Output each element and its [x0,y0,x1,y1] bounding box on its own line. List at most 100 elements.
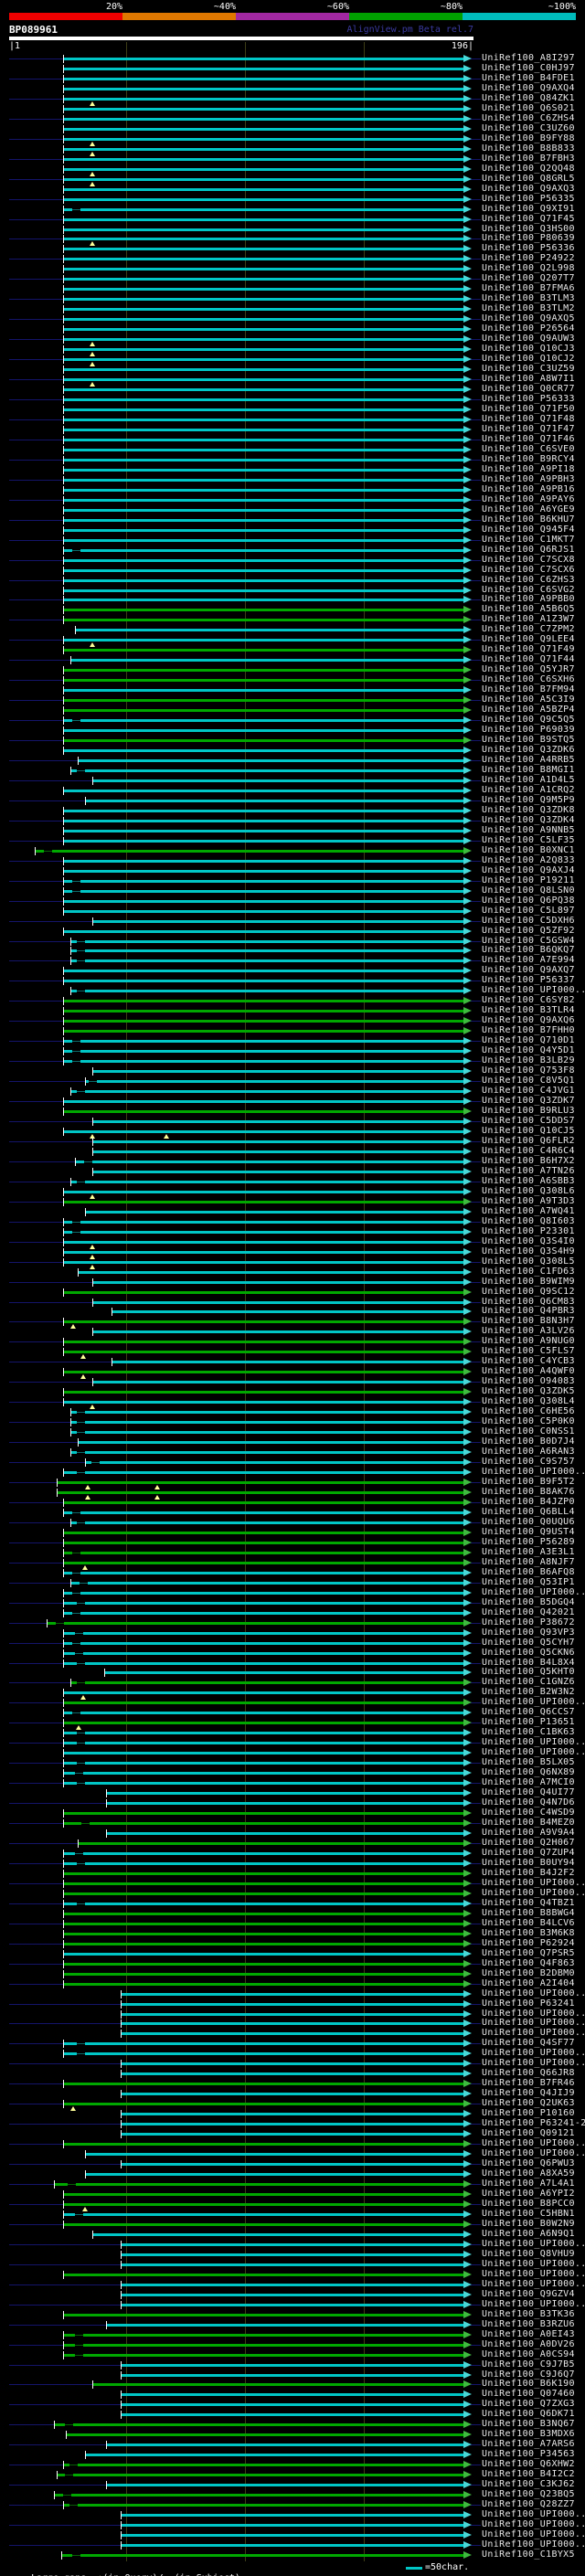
alignment-bar[interactable] [63,1351,463,1354]
alignment-bar[interactable] [63,197,463,201]
alignment-bar[interactable] [70,959,463,963]
alignment-bar[interactable] [63,1010,463,1013]
alignment-bar[interactable] [106,2443,463,2447]
alignment-bar[interactable] [63,879,463,883]
alignment-bar[interactable] [63,248,463,251]
alignment-bar[interactable] [63,599,463,602]
alignment-bar[interactable] [63,348,463,352]
alignment-bar[interactable] [63,649,463,652]
alignment-bar[interactable] [63,488,463,492]
alignment-bar[interactable] [63,2202,463,2206]
alignment-bar[interactable] [63,147,463,151]
alignment-bar[interactable] [63,2333,463,2337]
alignment-bar[interactable] [121,2002,463,2006]
alignment-bar[interactable] [63,739,463,743]
alignment-bar[interactable] [70,1180,463,1183]
alignment-bar[interactable] [63,2143,463,2147]
alignment-bar[interactable] [63,1922,463,1925]
alignment-bar[interactable] [85,2454,463,2457]
alignment-bar[interactable] [106,2323,463,2327]
alignment-bar[interactable] [63,2212,463,2216]
alignment-bar[interactable] [63,1220,463,1224]
alignment-bar[interactable] [63,1200,463,1203]
alignment-bar[interactable] [63,729,463,733]
alignment-bar[interactable] [63,970,463,973]
alignment-bar[interactable] [63,1782,463,1786]
alignment-bar[interactable] [85,1210,463,1214]
alignment-bar[interactable] [63,107,463,111]
alignment-bar[interactable] [63,187,463,191]
alignment-bar[interactable] [63,639,463,642]
alignment-bar[interactable] [63,378,463,382]
alignment-bar[interactable] [106,2484,463,2487]
alignment-bar[interactable] [63,1250,463,1254]
alignment-bar[interactable] [63,679,463,683]
alignment-bar[interactable] [63,980,463,983]
alignment-bar[interactable] [63,338,463,342]
alignment-bar[interactable] [63,699,463,703]
alignment-bar[interactable] [63,749,463,753]
alignment-bar[interactable] [63,1040,463,1044]
alignment-bar[interactable] [70,990,463,993]
alignment-bar[interactable] [63,548,463,552]
alignment-bar[interactable] [63,318,463,322]
alignment-bar[interactable] [92,1330,463,1334]
alignment-bar[interactable] [63,1762,463,1765]
alignment-bar[interactable] [92,2232,463,2236]
alignment-bar[interactable] [70,949,463,953]
alignment-bar[interactable] [106,1832,463,1836]
alignment-bar[interactable] [121,2123,463,2126]
alignment-bar[interactable] [63,859,463,863]
alignment-bar[interactable] [63,1060,463,1064]
alignment-bar[interactable] [63,328,463,332]
alignment-bar[interactable] [63,1932,463,1935]
alignment-bar[interactable] [63,2052,463,2056]
alignment-bar[interactable] [121,2113,463,2116]
alignment-bar[interactable] [63,1822,463,1826]
alignment-bar[interactable] [63,1551,463,1554]
alignment-bar[interactable] [63,1812,463,1816]
alignment-bar[interactable] [78,1441,463,1445]
alignment-bar[interactable] [57,1481,463,1484]
alignment-bar[interactable] [63,1561,463,1564]
alignment-bar[interactable] [63,408,463,412]
alignment-bar[interactable] [70,1451,463,1455]
alignment-bar[interactable] [63,58,463,60]
alignment-bar[interactable] [106,1802,463,1806]
alignment-bar[interactable] [63,2083,463,2086]
alignment-bar[interactable] [63,1511,463,1514]
alignment-bar[interactable] [63,1500,463,1504]
alignment-bar[interactable] [63,1100,463,1104]
alignment-bar[interactable] [121,2093,463,2096]
alignment-bar[interactable] [63,2343,463,2347]
alignment-bar[interactable] [63,839,463,843]
alignment-bar[interactable] [63,1631,463,1635]
alignment-bar[interactable] [63,448,463,451]
alignment-bar[interactable] [70,1581,463,1585]
alignment-bar[interactable] [121,2363,463,2367]
alignment-bar[interactable] [63,1541,463,1544]
alignment-bar[interactable] [63,1851,463,1855]
alignment-bar[interactable] [63,1712,463,1715]
alignment-bar[interactable] [63,2042,463,2046]
alignment-bar[interactable] [78,1841,463,1845]
alignment-bar[interactable] [63,558,463,562]
alignment-bar[interactable] [70,1431,463,1435]
alignment-bar[interactable] [63,228,463,231]
alignment-bar[interactable] [63,217,463,221]
alignment-bar[interactable] [63,1982,463,1986]
alignment-bar[interactable] [63,418,463,421]
alignment-bar[interactable] [63,1020,463,1023]
alignment-bar[interactable] [63,97,463,101]
alignment-bar[interactable] [63,258,463,261]
alignment-bar[interactable] [70,1090,463,1094]
alignment-bar[interactable] [121,2413,463,2417]
alignment-bar[interactable] [63,358,463,362]
alignment-bar[interactable] [63,288,463,292]
alignment-bar[interactable] [92,779,463,782]
alignment-bar[interactable] [63,308,463,312]
alignment-bar[interactable] [92,1170,463,1173]
alignment-bar[interactable] [63,669,463,673]
alignment-bar[interactable] [63,207,463,211]
alignment-bar[interactable] [63,518,463,522]
